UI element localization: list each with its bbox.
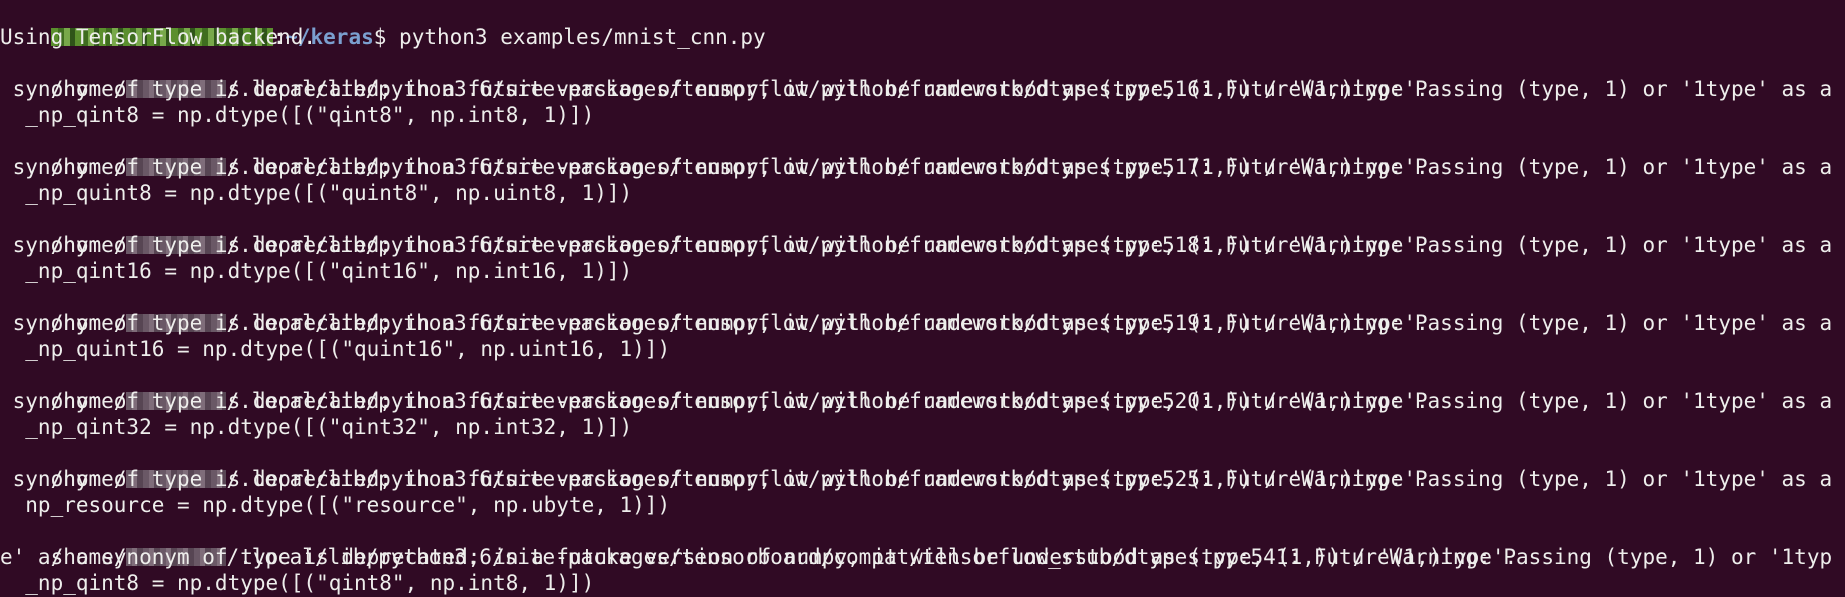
- command-text: python3 examples/mnist_cnn.py: [386, 25, 766, 49]
- prompt-line: :~/keras$ python3 examples/mnist_cnn.py: [0, 0, 766, 49]
- output-line: _np_quint16 = np.dtype([("quint16", np.u…: [0, 337, 671, 361]
- output-line: /home//.local/lib/python3.6/site-package…: [0, 518, 1833, 569]
- output-line: /home//.local/lib/python3.6/site-package…: [0, 440, 1833, 491]
- output-line: synonym of type is deprecated; in a futu…: [0, 311, 1429, 335]
- terminal-window[interactable]: :~/keras$ python3 examples/mnist_cnn.py …: [0, 0, 1845, 597]
- output-line: e' as a synonym of type is deprecated; i…: [0, 545, 1518, 569]
- output-line: /home//.local/lib/python3.6/site-package…: [0, 362, 1833, 413]
- output-line: synonym of type is deprecated; in a futu…: [0, 389, 1429, 413]
- output-line: _np_qint8 = np.dtype([("qint8", np.int8,…: [0, 103, 595, 127]
- output-line: /home//.local/lib/python3.6/site-package…: [0, 284, 1833, 335]
- output-line: /home//.local/lib/python3.6/site-package…: [0, 206, 1833, 257]
- output-line: Using TensorFlow backend.: [0, 25, 317, 49]
- output-line: np_resource = np.dtype([("resource", np.…: [0, 493, 671, 517]
- output-line: synonym of type is deprecated; in a futu…: [0, 467, 1429, 491]
- output-line: _np_quint8 = np.dtype([("quint8", np.uin…: [0, 181, 633, 205]
- output-line: synonym of type is deprecated; in a futu…: [0, 77, 1429, 101]
- output-line: _np_qint8 = np.dtype([("qint8", np.int8,…: [0, 571, 595, 595]
- output-line: synonym of type is deprecated; in a futu…: [0, 233, 1429, 257]
- output-line: /home//.local/lib/python3.6/site-package…: [0, 50, 1833, 101]
- output-line: _np_qint16 = np.dtype([("qint16", np.int…: [0, 259, 633, 283]
- prompt-symbol: $: [373, 25, 387, 49]
- output-line: _np_qint32 = np.dtype([("qint32", np.int…: [0, 415, 633, 439]
- output-line: /home//.local/lib/python3.6/site-package…: [0, 128, 1833, 179]
- output-line: synonym of type is deprecated; in a futu…: [0, 155, 1429, 179]
